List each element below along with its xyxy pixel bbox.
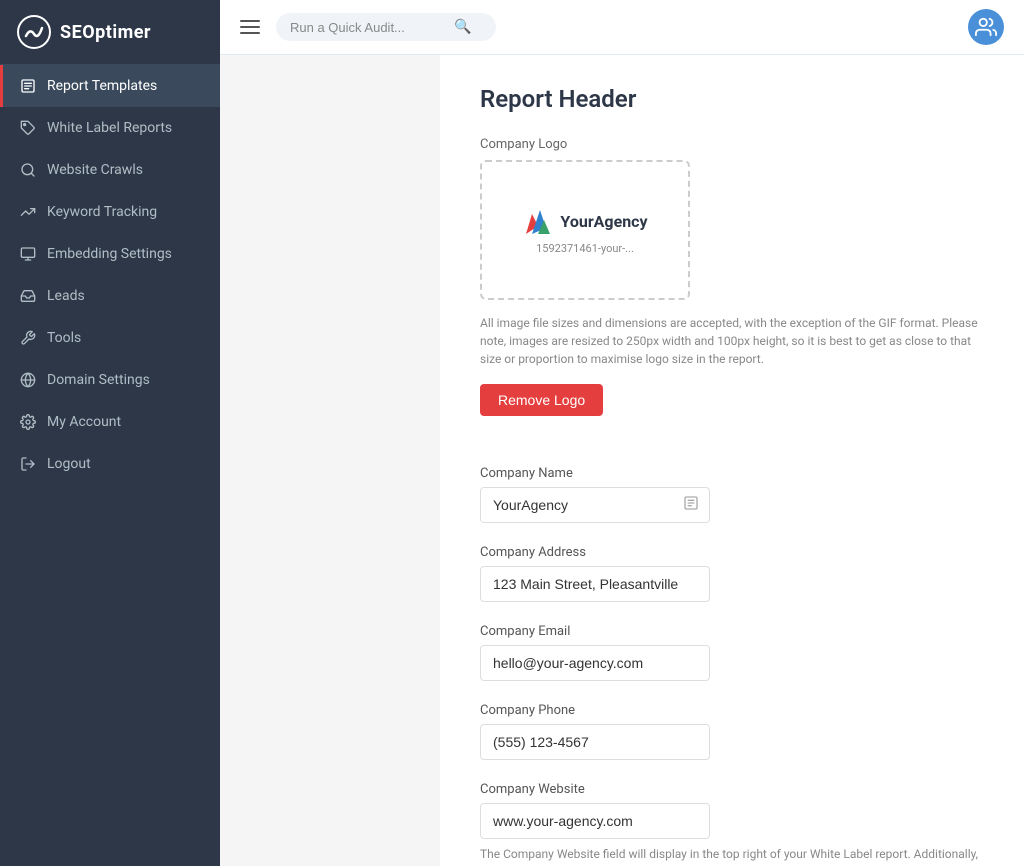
company-email-label: Company Email xyxy=(480,624,984,639)
company-name-icon xyxy=(673,495,709,515)
company-phone-label: Company Phone xyxy=(480,703,984,718)
search-circle-icon xyxy=(19,161,37,179)
company-website-group: Company Website The Company Website fiel… xyxy=(480,782,984,866)
nav-items: Report Templates White Label Reports Web… xyxy=(0,65,220,485)
avatar-icon xyxy=(975,16,997,38)
sidebar-item-label-white-label-reports: White Label Reports xyxy=(47,120,172,136)
sidebar-item-tools[interactable]: Tools xyxy=(0,317,220,359)
file-icon xyxy=(19,77,37,95)
page-title: Report Header xyxy=(480,85,984,113)
sidebar-item-label-report-templates: Report Templates xyxy=(47,78,157,94)
agency-logo-svg xyxy=(522,206,554,238)
wrench-icon xyxy=(19,329,37,347)
company-website-label: Company Website xyxy=(480,782,984,797)
sidebar-item-label-website-crawls: Website Crawls xyxy=(47,162,143,178)
sidebar-item-white-label-reports[interactable]: White Label Reports xyxy=(0,107,220,149)
sidebar-item-logout[interactable]: Logout xyxy=(0,443,220,485)
inbox-icon xyxy=(19,287,37,305)
company-email-group: Company Email xyxy=(480,624,984,681)
tag-icon xyxy=(19,119,37,137)
topbar-right xyxy=(968,9,1004,45)
sidebar-item-label-logout: Logout xyxy=(47,456,91,472)
topbar: 🔍 xyxy=(220,0,1024,55)
user-avatar[interactable] xyxy=(968,9,1004,45)
company-logo-label: Company Logo xyxy=(480,137,984,152)
company-logo-section: Company Logo YourAgency 1592371461-your-… xyxy=(480,137,984,444)
hamburger-line-3 xyxy=(240,32,260,34)
company-email-input[interactable] xyxy=(480,645,710,681)
website-footer-note: The Company Website field will display i… xyxy=(480,845,984,866)
monitor-icon xyxy=(19,245,37,263)
logo-info-text: All image file sizes and dimensions are … xyxy=(480,314,984,368)
company-name-label: Company Name xyxy=(480,466,984,481)
gear-icon xyxy=(19,413,37,431)
company-name-group: Company Name xyxy=(480,466,984,523)
trending-icon xyxy=(19,203,37,221)
hamburger-line-2 xyxy=(240,26,260,28)
sidebar-item-label-leads: Leads xyxy=(47,288,85,304)
hamburger-line-1 xyxy=(240,20,260,22)
sidebar-logo: SEOptimer xyxy=(0,0,220,65)
logo-preview: YourAgency 1592371461-your-... xyxy=(512,196,657,265)
sidebar-item-label-tools: Tools xyxy=(47,330,81,346)
search-bar: 🔍 xyxy=(276,13,496,41)
company-address-input[interactable] xyxy=(480,566,710,602)
company-address-label: Company Address xyxy=(480,545,984,560)
sidebar-item-my-account[interactable]: My Account xyxy=(0,401,220,443)
app-name: SEOptimer xyxy=(60,22,151,43)
sidebar-item-label-keyword-tracking: Keyword Tracking xyxy=(47,204,157,220)
company-phone-input[interactable] xyxy=(480,724,710,760)
sidebar-item-label-my-account: My Account xyxy=(47,414,121,430)
company-phone-group: Company Phone xyxy=(480,703,984,760)
company-name-input-wrapper xyxy=(480,487,710,523)
sidebar-item-embedding-settings[interactable]: Embedding Settings xyxy=(0,233,220,275)
sidebar-item-label-domain-settings: Domain Settings xyxy=(47,372,150,388)
sidebar-item-report-templates[interactable]: Report Templates xyxy=(0,65,220,107)
search-icon: 🔍 xyxy=(454,19,471,35)
search-input[interactable] xyxy=(290,20,450,35)
company-address-group: Company Address xyxy=(480,545,984,602)
globe-icon xyxy=(19,371,37,389)
sidebar-item-website-crawls[interactable]: Website Crawls xyxy=(0,149,220,191)
logo-upload-area[interactable]: YourAgency 1592371461-your-... xyxy=(480,160,690,300)
sidebar-item-keyword-tracking[interactable]: Keyword Tracking xyxy=(0,191,220,233)
agency-name-logo: YourAgency xyxy=(560,212,647,231)
company-name-input[interactable] xyxy=(481,488,673,522)
agency-logo-preview: YourAgency xyxy=(522,206,647,238)
logo-filename: 1592371461-your-... xyxy=(536,242,634,255)
remove-logo-button[interactable]: Remove Logo xyxy=(480,384,603,416)
sidebar-item-leads[interactable]: Leads xyxy=(0,275,220,317)
logout-icon xyxy=(19,455,37,473)
company-website-input[interactable] xyxy=(480,803,710,839)
hamburger-button[interactable] xyxy=(240,20,260,34)
sidebar: SEOptimer Report Templates White Label R… xyxy=(0,0,220,866)
seoptimer-logo-icon xyxy=(16,14,52,50)
main-content: Report Header Company Logo YourAgency 15… xyxy=(440,55,1024,866)
sidebar-item-label-embedding-settings: Embedding Settings xyxy=(47,246,172,262)
sidebar-item-domain-settings[interactable]: Domain Settings xyxy=(0,359,220,401)
